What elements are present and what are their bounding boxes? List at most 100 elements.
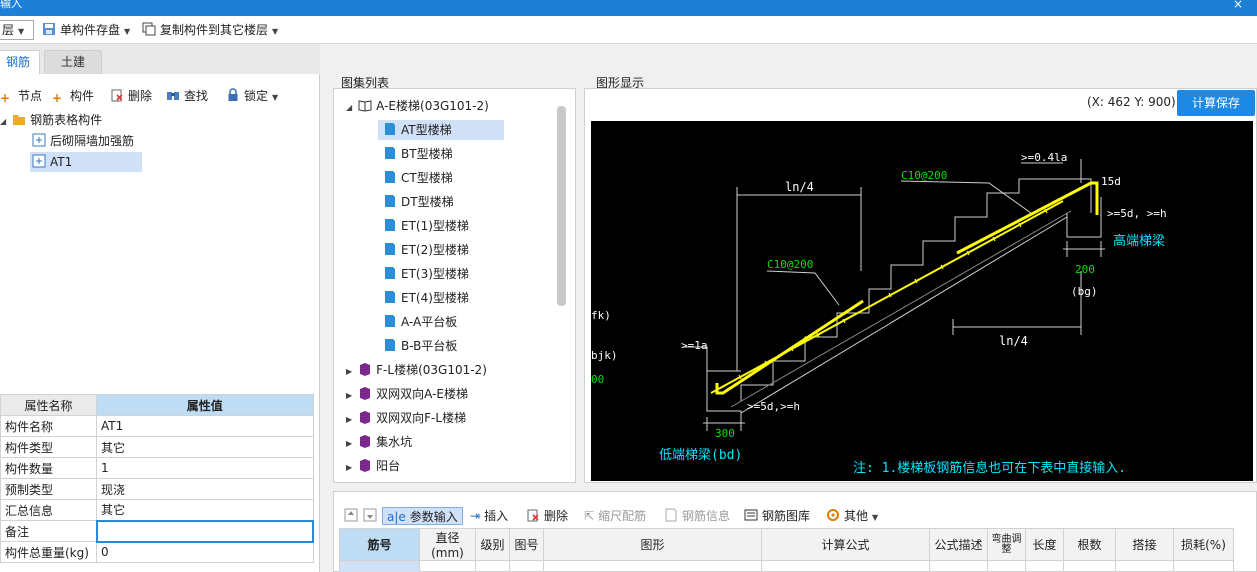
- grid-cell-selected[interactable]: [339, 560, 420, 572]
- property-value[interactable]: AT1: [96, 415, 314, 437]
- tab-civil[interactable]: 土建: [44, 50, 102, 74]
- delete-icon: [527, 509, 539, 522]
- node-button[interactable]: + 节点: [0, 87, 42, 105]
- other-button[interactable]: 其他 ▼: [826, 507, 878, 525]
- label-bjk: bjk): [591, 349, 618, 362]
- atlas-scrollbar[interactable]: [557, 106, 566, 306]
- gear-icon: [827, 509, 839, 521]
- atlas-item-selected[interactable]: AT型楼梯: [378, 120, 504, 140]
- column-header[interactable]: 搭接: [1115, 528, 1174, 561]
- atlas-item[interactable]: ET(4)型楼梯: [383, 288, 469, 308]
- atlas-group-label: 阳台: [376, 459, 401, 473]
- atlas-group[interactable]: ▶ 集水坑: [346, 432, 412, 452]
- property-value[interactable]: 其它: [96, 436, 314, 458]
- grid-cell[interactable]: [1173, 560, 1234, 572]
- tab-rebar[interactable]: 钢筋: [0, 50, 40, 74]
- column-header[interactable]: 图形: [543, 528, 762, 561]
- move-down-button[interactable]: [363, 507, 381, 525]
- column-header[interactable]: 直径(mm): [419, 528, 476, 561]
- atlas-item[interactable]: BT型楼梯: [383, 144, 453, 164]
- atlas-item-label: ET(3)型楼梯: [401, 267, 469, 281]
- stair-drawing-canvas[interactable]: ln/4 ln/4 C10@200 C10@200 >=0.4la 15d >=…: [591, 121, 1253, 481]
- atlas-item[interactable]: DT型楼梯: [383, 192, 454, 212]
- label-high-beam: 高端梯梁: [1113, 233, 1165, 249]
- param-input-icon: a|e: [387, 510, 406, 524]
- slab-bottom-line: [740, 216, 1068, 414]
- save-component-button[interactable]: 单构件存盘 ▼: [42, 21, 130, 39]
- column-header[interactable]: 弯曲调整: [987, 528, 1026, 561]
- page-icon: [385, 339, 395, 351]
- grid-cell[interactable]: [1115, 560, 1174, 572]
- grid-cell[interactable]: [475, 560, 510, 572]
- grid-cell[interactable]: [543, 560, 762, 572]
- atlas-item[interactable]: ET(2)型楼梯: [383, 240, 469, 260]
- remark-input[interactable]: [95, 519, 314, 543]
- atlas-group[interactable]: ▶ 双网双向A-E楼梯: [346, 384, 468, 404]
- column-header[interactable]: 筋号: [339, 528, 420, 561]
- column-header[interactable]: 根数: [1063, 528, 1116, 561]
- find-button[interactable]: 查找: [166, 87, 208, 105]
- floor-combo[interactable]: 层 ▼: [0, 20, 34, 40]
- property-value[interactable]: 其它: [96, 499, 314, 521]
- atlas-item[interactable]: CT型楼梯: [383, 168, 453, 188]
- upper-rebar: [956, 181, 1099, 255]
- delete-icon: [111, 89, 123, 102]
- grid-cell[interactable]: [1063, 560, 1116, 572]
- book-icon: [360, 435, 371, 448]
- calc-save-button[interactable]: 计算保存: [1177, 90, 1255, 116]
- column-header[interactable]: 公式描述: [929, 528, 988, 561]
- component-icon: [32, 133, 46, 147]
- add-component-icon: +: [52, 91, 63, 105]
- grid-cell[interactable]: [761, 560, 930, 572]
- atlas-group[interactable]: ▶ F-L楼梯(03G101-2): [346, 360, 487, 380]
- component-toolbar: + 节点 + 构件 删除 查找 锁定 ▼: [0, 84, 318, 108]
- main-rebar: [710, 200, 1064, 394]
- column-header[interactable]: 计算公式: [761, 528, 930, 561]
- component-label: 构件: [70, 89, 95, 103]
- lock-button[interactable]: 锁定 ▼: [226, 87, 278, 105]
- grid-cell[interactable]: [1025, 560, 1064, 572]
- delete-button[interactable]: 删除: [110, 87, 152, 105]
- tree-item[interactable]: 后砌隔墙加强筋: [32, 131, 134, 151]
- atlas-item[interactable]: A-A平台板: [383, 312, 457, 332]
- atlas-group-label: 双网双向A-E楼梯: [376, 387, 469, 401]
- tree-item-selected[interactable]: AT1: [30, 152, 142, 172]
- atlas-item[interactable]: ET(3)型楼梯: [383, 264, 469, 284]
- grid-cell[interactable]: [987, 560, 1026, 572]
- scale-rebar-button[interactable]: ⇱ 缩尺配筋: [584, 507, 646, 525]
- property-name: 构件总重量(kg): [0, 541, 97, 563]
- atlas-group[interactable]: ▶ 双网双向F-L楼梯: [346, 408, 466, 428]
- lock-label: 锁定: [244, 89, 269, 103]
- atlas-item[interactable]: B-B平台板: [383, 336, 457, 356]
- rebar-info-button[interactable]: 钢筋信息: [664, 507, 730, 525]
- grid-cell[interactable]: [419, 560, 476, 572]
- scale-icon: ⇱: [584, 509, 595, 523]
- chevron-down-icon: ▼: [124, 27, 131, 36]
- move-up-button[interactable]: [344, 507, 362, 525]
- label-anchor-top: >=0.4la: [1021, 151, 1067, 164]
- delete-row-button[interactable]: 删除: [526, 507, 568, 525]
- label-hook-bottom: >=5d,>=h: [747, 400, 800, 413]
- insert-button[interactable]: ⇥ 插入: [470, 507, 508, 525]
- close-icon[interactable]: ×: [1233, 0, 1243, 10]
- atlas-group[interactable]: ▶ 阳台: [346, 456, 400, 476]
- column-header[interactable]: 级别: [475, 528, 510, 561]
- column-header[interactable]: 图号: [509, 528, 544, 561]
- atlas-group-expanded[interactable]: ◢ A-E楼梯(03G101-2): [346, 96, 489, 116]
- copy-to-floor-button[interactable]: 复制构件到其它楼层 ▼: [142, 21, 278, 39]
- grid-cell[interactable]: [509, 560, 544, 572]
- delete-row-label: 删除: [544, 509, 569, 523]
- param-input-button[interactable]: a|e 参数输入: [382, 507, 463, 525]
- column-header[interactable]: 长度: [1025, 528, 1064, 561]
- column-header[interactable]: 损耗(%): [1173, 528, 1234, 561]
- rebar-library-button[interactable]: 钢筋图库: [744, 507, 810, 525]
- property-value[interactable]: 1: [96, 457, 314, 479]
- property-value[interactable]: 现浇: [96, 478, 314, 500]
- property-value[interactable]: 0: [96, 541, 314, 563]
- property-name: 构件名称: [0, 415, 97, 437]
- grid-cell[interactable]: [929, 560, 988, 572]
- property-name: 备注: [0, 520, 97, 542]
- atlas-item[interactable]: ET(1)型楼梯: [383, 216, 469, 236]
- component-button[interactable]: + 构件: [52, 87, 94, 105]
- tree-root[interactable]: ◢ 钢筋表格构件: [0, 110, 102, 130]
